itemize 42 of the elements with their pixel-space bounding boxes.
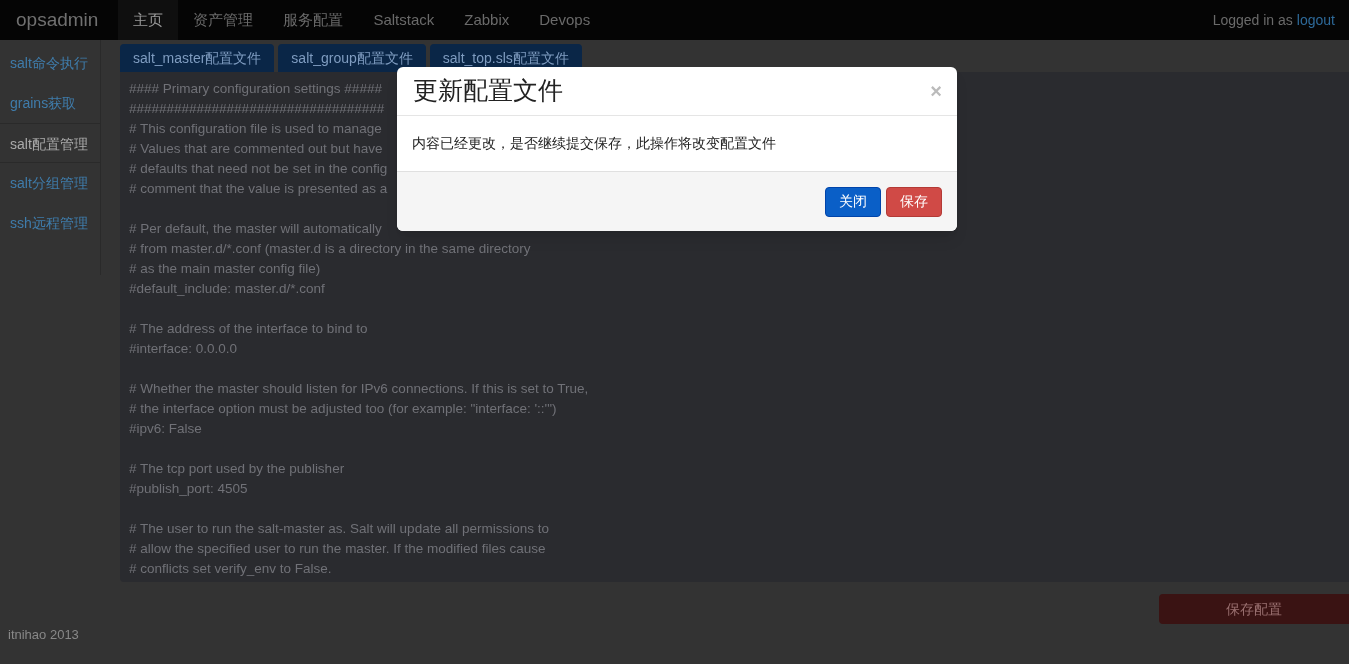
code-line: # allow the specified user to run the master. If the modified files cause <box>129 540 546 558</box>
brand-name[interactable]: opsadmin <box>0 5 119 35</box>
code-line: # as the main master config file) <box>129 260 321 278</box>
code-line: # Values that are commented out but have <box>129 140 383 158</box>
code-line: #interface: 0.0.0.0 <box>129 340 238 358</box>
logout-link[interactable]: logout <box>1296 9 1335 31</box>
code-line: # comment that the value is presented as a <box>129 180 388 198</box>
nav-item[interactable]: Zabbix <box>449 0 525 40</box>
code-line: # from master.d/*.conf (master.d is a directory in the same directory <box>129 240 531 258</box>
copyright-text: itnihao 2013 <box>8 626 79 644</box>
code-line: #default_include: master.d/*.conf <box>129 280 325 298</box>
code-line: # Per default, the master will automatically <box>129 220 382 238</box>
nav-item[interactable]: 主页 <box>118 0 179 40</box>
nav-item[interactable]: Devops <box>524 0 606 40</box>
code-line: # the interface option must be adjusted too (for example: "interface: '::'") <box>129 400 557 418</box>
code-line: # The address of the interface to bind to <box>129 320 368 338</box>
code-line: # This configuration file is used to manage <box>129 120 382 138</box>
file-tab[interactable]: salt_master配置文件 <box>120 44 275 72</box>
code-line: # The tcp port used by the publisher <box>129 460 345 478</box>
code-line: #### Primary configuration settings ##### <box>129 80 382 98</box>
sidebar-item[interactable]: salt命令执行 <box>0 43 100 83</box>
sidebar-item[interactable]: salt分组管理 <box>0 163 100 203</box>
sidebar-item[interactable]: salt配置管理 <box>0 123 100 163</box>
file-tab[interactable]: salt_group配置文件 <box>278 44 426 72</box>
close-dialog-button[interactable]: 关闭 <box>825 186 881 217</box>
nav-item[interactable]: 资产管理 <box>178 0 269 40</box>
sidebar-item[interactable]: ssh远程管理 <box>0 203 100 243</box>
nav-item[interactable]: Saltstack <box>358 0 450 40</box>
code-line: # conflicts set verify_env to False. <box>129 560 332 578</box>
code-line: # defaults that need not be set in the config <box>129 160 388 178</box>
code-line: # Whether the master should listen for IPv6 connections. If this is set to True, <box>129 380 589 398</box>
nav-item[interactable]: 服务配置 <box>268 0 359 40</box>
modal-title: 更新配置文件 <box>413 76 563 107</box>
code-line: #ipv6: False <box>129 420 202 438</box>
code-line: ################################## <box>129 100 385 118</box>
login-status-text: Logged in as <box>1212 10 1293 30</box>
modal-message: 内容已经更改，是否继续提交保存，此操作将改变配置文件 <box>412 134 776 153</box>
code-line: # The user to run the salt-master as. Salt will update all permissions to <box>129 520 549 538</box>
save-button[interactable]: 保存 <box>886 186 942 217</box>
code-line: #publish_port: 4505 <box>129 480 248 498</box>
save-config-button[interactable]: 保存配置 <box>1159 594 1349 624</box>
sidebar-item[interactable]: grains获取 <box>0 83 100 123</box>
